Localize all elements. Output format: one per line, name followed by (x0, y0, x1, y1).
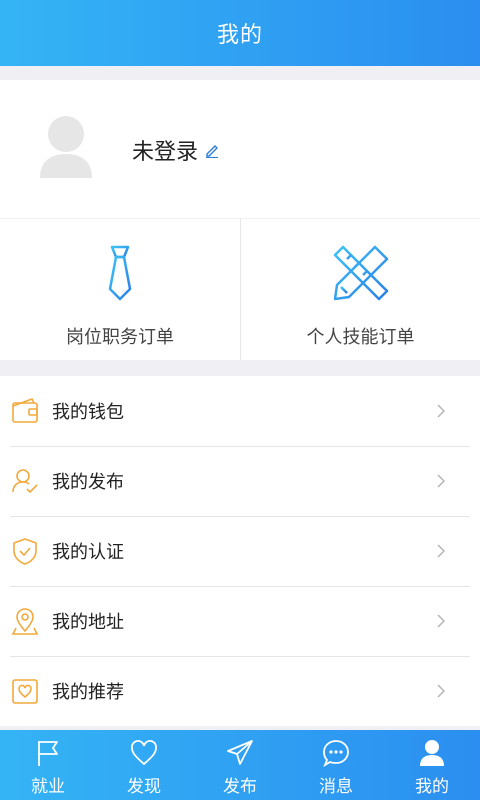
ruler-pencil-icon (333, 245, 388, 301)
page-title: 我的 (216, 23, 263, 48)
edit-icon[interactable] (204, 142, 220, 158)
avatar[interactable] (38, 114, 94, 180)
tie-icon (108, 245, 132, 301)
chevron-right-icon (437, 404, 446, 418)
menu-item-verification[interactable]: 我的认证 (0, 516, 480, 586)
shield-check-icon (13, 538, 37, 565)
skill-order-label: 个人技能订单 (306, 327, 415, 348)
paper-plane-icon (227, 740, 253, 765)
chat-bubble-icon (323, 740, 349, 768)
tab-label: 发现 (127, 777, 161, 797)
menu-item-wallet[interactable]: 我的钱包 (0, 376, 480, 446)
header-bar: 我的 (0, 0, 480, 66)
profile-card[interactable] (0, 80, 480, 218)
chevron-right-icon (437, 474, 446, 488)
tab-publish[interactable]: 发布 (192, 730, 288, 800)
job-order-button[interactable]: 岗位职务订单 (0, 219, 240, 360)
person-icon (420, 740, 444, 766)
bottom-tab-bar: 就业 发现 发布 消息 我的 (0, 730, 480, 800)
heart-box-icon (12, 679, 38, 704)
user-check-icon (12, 469, 38, 494)
tab-label: 就业 (31, 777, 65, 797)
chevron-right-icon (437, 544, 446, 558)
menu-item-address[interactable]: 我的地址 (0, 586, 480, 656)
order-section: 岗位职务订单 个人技能订单 (0, 219, 480, 360)
tab-label: 我的 (415, 777, 449, 797)
job-order-label: 岗位职务订单 (66, 327, 174, 348)
heart-icon (131, 740, 157, 766)
tab-mine[interactable]: 我的 (384, 730, 480, 800)
tab-employment[interactable]: 就业 (0, 730, 96, 800)
skill-order-button[interactable]: 个人技能订单 (240, 219, 480, 360)
location-pin-icon (11, 608, 39, 635)
wallet-icon (12, 398, 38, 423)
menu-label: 我的认证 (52, 542, 124, 563)
tab-label: 发布 (223, 777, 257, 797)
menu-label: 我的钱包 (52, 402, 124, 423)
chevron-right-icon (437, 614, 446, 628)
flag-icon (38, 741, 58, 766)
menu-label: 我的地址 (52, 612, 124, 633)
tab-label: 消息 (319, 777, 353, 797)
tab-messages[interactable]: 消息 (288, 730, 384, 800)
chevron-right-icon (437, 684, 446, 698)
login-status: 未登录 (132, 140, 199, 165)
menu-list: 我的钱包 我的发布 我的认证 我的地址 我的推荐 (0, 376, 480, 726)
menu-label: 我的发布 (52, 472, 124, 493)
profile-name-row[interactable]: 未登录 (132, 134, 220, 166)
tab-discover[interactable]: 发现 (96, 730, 192, 800)
menu-item-publish[interactable]: 我的发布 (0, 446, 480, 516)
menu-label: 我的推荐 (52, 682, 124, 703)
menu-item-recommend[interactable]: 我的推荐 (0, 656, 480, 726)
